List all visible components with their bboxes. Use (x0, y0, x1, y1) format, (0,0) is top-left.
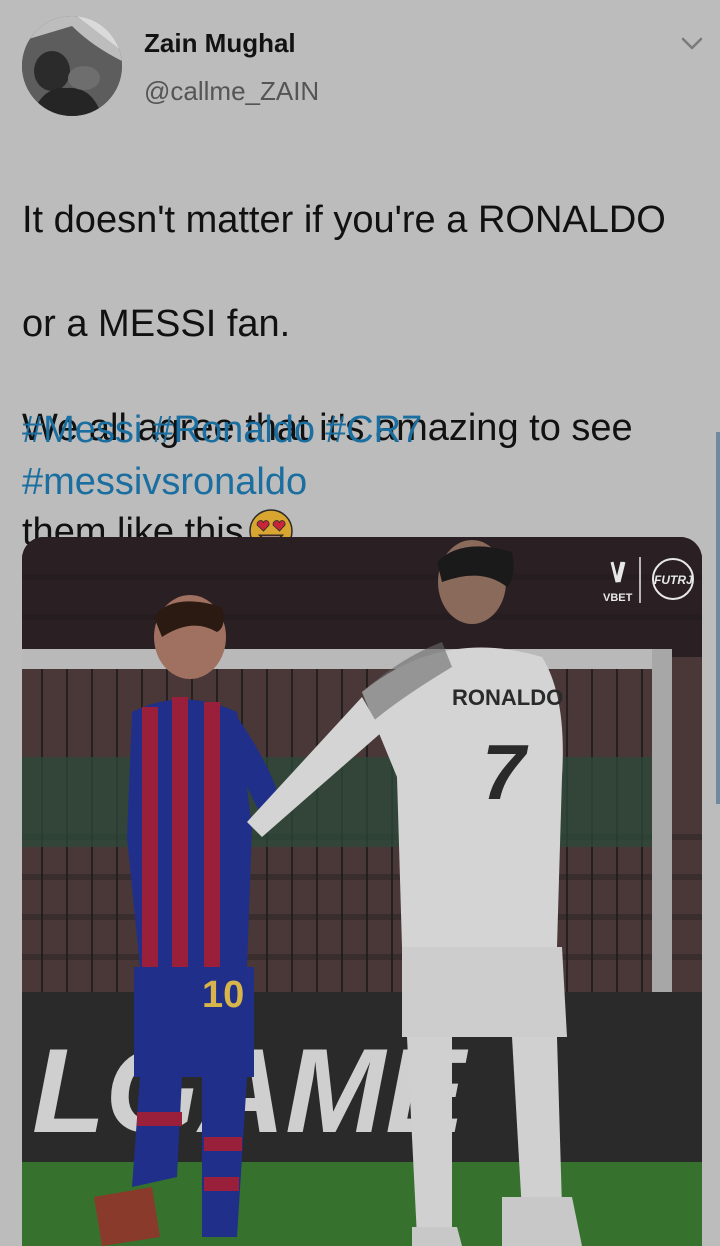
profile-photo-icon (22, 16, 122, 116)
hashtags: #Messi #Ronaldo #CR7 #messivsronaldo (22, 404, 708, 508)
jersey-number: 7 (482, 728, 529, 816)
avatar[interactable] (22, 16, 122, 116)
author-handle[interactable]: @callme_ZAIN (144, 76, 319, 107)
hashtag-link[interactable]: #CR7 (325, 409, 422, 451)
author-display-name[interactable]: Zain Mughal (144, 28, 296, 59)
hashtag-link[interactable]: #messivsronaldo (22, 461, 307, 503)
watermark-futrj: FUTRJ (654, 573, 693, 587)
shirt-number-10: 10 (202, 974, 244, 1016)
hashtag-link[interactable]: #Messi (22, 409, 142, 451)
chevron-down-icon[interactable] (678, 32, 706, 56)
tweet-text-line: or a MESSI fan. (22, 303, 291, 345)
scrollbar[interactable] (716, 432, 720, 804)
tweet-media-image[interactable]: LGAME 10 RONALDO 7 VBET FUTRJ (22, 537, 702, 1246)
photo-illustration: LGAME 10 RONALDO 7 VBET FUTRJ (22, 537, 702, 1246)
watermark-vbet: VBET (603, 592, 633, 604)
hashtag-link[interactable]: #Ronaldo (152, 409, 315, 451)
tweet-text-line: It doesn't matter if you're a RONALDO (22, 199, 666, 241)
tweet-card[interactable]: Zain Mughal @callme_ZAIN It doesn't matt… (0, 0, 720, 1246)
jersey-name: RONALDO (452, 685, 563, 710)
